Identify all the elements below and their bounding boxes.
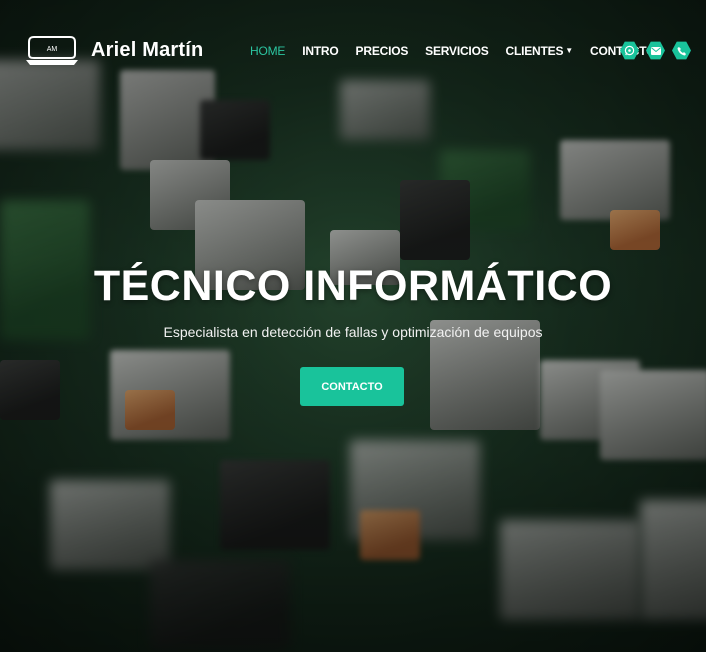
caret-down-icon: ▼ [565, 46, 573, 55]
nav-precios[interactable]: PRECIOS [356, 44, 409, 58]
hero-title: TÉCNICO INFORMÁTICO [93, 262, 613, 310]
contact-button[interactable]: CONTACTO [300, 367, 404, 406]
logo-text: AM [47, 46, 58, 53]
nav-clientes-label: CLIENTES [505, 44, 564, 58]
social-links [620, 41, 698, 60]
hero-subtitle: Especialista en detección de fallas y op… [163, 324, 543, 340]
nav-intro[interactable]: INTRO [302, 44, 339, 58]
nav-servicios[interactable]: SERVICIOS [425, 44, 489, 58]
brand-name[interactable]: Ariel Martín [91, 39, 203, 62]
nav-clientes[interactable]: CLIENTES ▼ [505, 44, 574, 58]
nav-menu: HOME INTRO PRECIOS SERVICIOS CLIENTES▼ C… [250, 44, 672, 58]
laptop-logo-icon[interactable]: AM [26, 34, 78, 66]
whatsapp-icon[interactable] [620, 41, 639, 60]
phone-icon[interactable] [672, 41, 691, 60]
email-icon[interactable] [646, 41, 665, 60]
nav-home[interactable]: HOME [250, 44, 285, 58]
navbar: AM Ariel Martín HOME INTRO PRECIOS SERVI… [0, 0, 706, 100]
